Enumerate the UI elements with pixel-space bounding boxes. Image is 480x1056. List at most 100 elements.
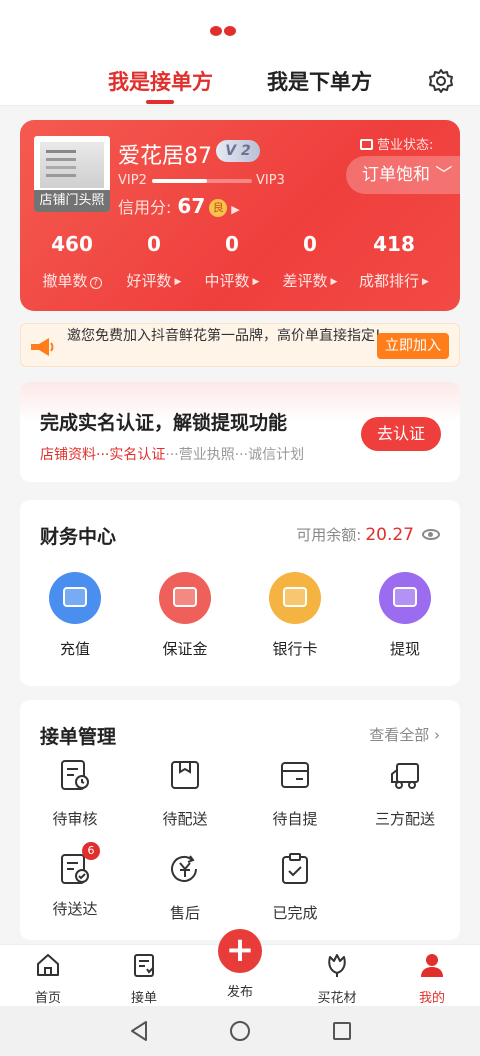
shop-name: 爱花居87 [118, 144, 212, 169]
finance-center: 财务中心 可用余额: 20.27 充值 保证金 银行卡 提现 [20, 500, 460, 686]
finance-title: 财务中心 [40, 526, 117, 548]
finance-bank-card[interactable]: 银行卡 [240, 572, 350, 659]
clock-document-icon [61, 760, 89, 790]
top-tab-bar: 我是接单方 我是下单方 [0, 52, 480, 106]
stat-label: 成都排行 [359, 272, 420, 290]
system-nav-bar [0, 1006, 480, 1056]
stat-good-reviews[interactable]: 0 好评数 ▶ [110, 232, 198, 291]
finance-withdraw[interactable]: 提现 [350, 572, 460, 659]
flower-icon [328, 954, 346, 977]
gear-icon[interactable] [428, 68, 454, 94]
order-after-sales[interactable]: 售后 [130, 852, 240, 923]
verify-button[interactable]: 去认证 [361, 417, 441, 451]
triangle-right-icon: ▶ [174, 277, 182, 287]
order-item-label: 待审核 [52, 810, 98, 828]
step-shop-info: 店铺资料 [40, 447, 96, 463]
refund-icon [171, 855, 197, 882]
shop-photo-label: 店铺门头照 [34, 190, 110, 212]
home-circle-icon[interactable] [229, 1020, 251, 1042]
nav-label: 接单 [130, 991, 157, 1006]
bottom-nav: 首页 接单 + 发布 买花材 我的 [0, 929, 480, 1006]
order-pending-pickup[interactable]: 待自提 [240, 758, 350, 829]
shop-photo-image [40, 142, 104, 188]
shop-card: 店铺门头照 爱花居87 V 2 VIP2 VIP3 信用分: 67 良 ▶ 营业状态:… [20, 120, 460, 311]
step-separator: ··· [165, 447, 179, 463]
nav-label: 买花材 [317, 991, 357, 1006]
finance-item-label: 充值 [59, 640, 90, 658]
megaphone-icon [31, 338, 54, 356]
vip-progress-bar [152, 179, 252, 183]
credit-score-row[interactable]: 信用分: 67 良 ▶ [118, 194, 240, 218]
bank-card-icon [269, 572, 321, 624]
verification-steps: 店铺资料···实名认证···营业执照···诚信计划 [40, 444, 304, 464]
package-icon [281, 762, 309, 788]
stat-ranking[interactable]: 418 成都排行 ▶ [350, 232, 438, 291]
triangle-right-icon: ▶ [252, 277, 260, 287]
nav-buy-flowers[interactable]: 买花材 [292, 951, 382, 1006]
publish-button[interactable]: + [218, 929, 262, 973]
triangle-right-icon: ▶ [330, 277, 338, 287]
step-separator: ··· [96, 447, 110, 463]
join-now-button[interactable]: 立即加入 [377, 333, 449, 359]
stat-cancel[interactable]: 460 撤单数? [28, 232, 116, 291]
order-pending-review[interactable]: 待审核 [20, 758, 130, 829]
shop-photo[interactable]: 店铺门头照 [34, 136, 110, 212]
chevron-right-icon: › [429, 726, 440, 744]
business-status-label: 营业状态: [360, 134, 433, 153]
triangle-right-icon: ▶ [422, 277, 429, 287]
stat-label: 中评数 [204, 272, 250, 290]
view-all-link[interactable]: 查看全部 › [369, 724, 440, 745]
order-pending-delivery[interactable]: 待配送 [130, 758, 240, 829]
shop-stats: 460 撤单数? 0 好评数 ▶ 0 中评数 ▶ 0 差评数 ▶ 418 成都排行 ▶ [20, 232, 460, 302]
nav-home[interactable]: 首页 [3, 951, 93, 1006]
orders-title: 接单管理 [40, 726, 117, 748]
promo-banner[interactable]: 邀您免费加入抖音鲜花第一品牌，高价单直接指定! 立即加入 [20, 323, 460, 367]
nav-mine[interactable]: 我的 [387, 951, 477, 1006]
nav-orders[interactable]: 接单 [99, 951, 189, 1006]
box-icon [171, 761, 199, 789]
wallet-icon [49, 572, 101, 624]
order-management: 接单管理 查看全部 › 待审核 待配送 待自提 三方配送 6 待送达 售后 已完… [20, 700, 460, 940]
truck-icon [391, 763, 419, 789]
tab-active-indicator [146, 100, 174, 104]
credit-score: 67 [177, 194, 206, 218]
business-status-dropdown[interactable]: 订单饱和 ﹀ [346, 156, 460, 194]
stat-label: 撤单数 [42, 272, 88, 290]
stat-neutral-reviews[interactable]: 0 中评数 ▶ [188, 232, 276, 291]
finance-recharge[interactable]: 充值 [20, 572, 130, 659]
order-item-label: 售后 [169, 904, 200, 922]
chevron-down-icon: ﹀ [430, 165, 453, 185]
order-item-label: 待自提 [272, 810, 318, 828]
eye-icon[interactable] [422, 529, 440, 540]
promo-text: 邀您免费加入抖音鲜花第一品牌，高价单直接指定! [67, 328, 381, 344]
recents-icon[interactable] [331, 1020, 353, 1042]
order-third-party-delivery[interactable]: 三方配送 [350, 758, 460, 829]
order-item-label: 已完成 [272, 904, 318, 922]
back-icon[interactable] [128, 1020, 150, 1042]
order-pending-arrival[interactable]: 6 待送达 [20, 842, 130, 919]
finance-item-label: 银行卡 [272, 640, 318, 658]
tab-receiver[interactable]: 我是接单方 [108, 66, 213, 96]
step-integrity-plan: 诚信计划 [248, 447, 305, 463]
step-real-name: 实名认证 [109, 447, 166, 463]
verification-card: 完成实名认证，解锁提现功能 店铺资料···实名认证···营业执照···诚信计划 … [20, 382, 460, 482]
tab-sender[interactable]: 我是下单方 [267, 66, 372, 96]
finance-deposit[interactable]: 保证金 [130, 572, 240, 659]
credit-grade-badge: 良 [209, 199, 228, 217]
stat-bad-reviews[interactable]: 0 差评数 ▶ [266, 232, 354, 291]
nav-label: 我的 [418, 991, 445, 1006]
stat-value: 0 [303, 232, 317, 256]
check-document-icon: 6 [58, 842, 100, 886]
verification-title: 完成实名认证，解锁提现功能 [40, 412, 288, 434]
chevron-right-icon: ▶ [231, 203, 240, 216]
stat-value: 0 [225, 232, 239, 256]
order-completed[interactable]: 已完成 [240, 852, 350, 923]
user-icon [421, 954, 443, 977]
vip-progress-fill [152, 179, 207, 183]
finance-item-label: 提现 [389, 640, 420, 658]
order-list-icon [134, 954, 154, 977]
nav-label: 首页 [34, 991, 61, 1006]
withdraw-icon [379, 572, 431, 624]
stat-value: 0 [147, 232, 161, 256]
balance-display: 可用余额: 20.27 [296, 524, 440, 545]
